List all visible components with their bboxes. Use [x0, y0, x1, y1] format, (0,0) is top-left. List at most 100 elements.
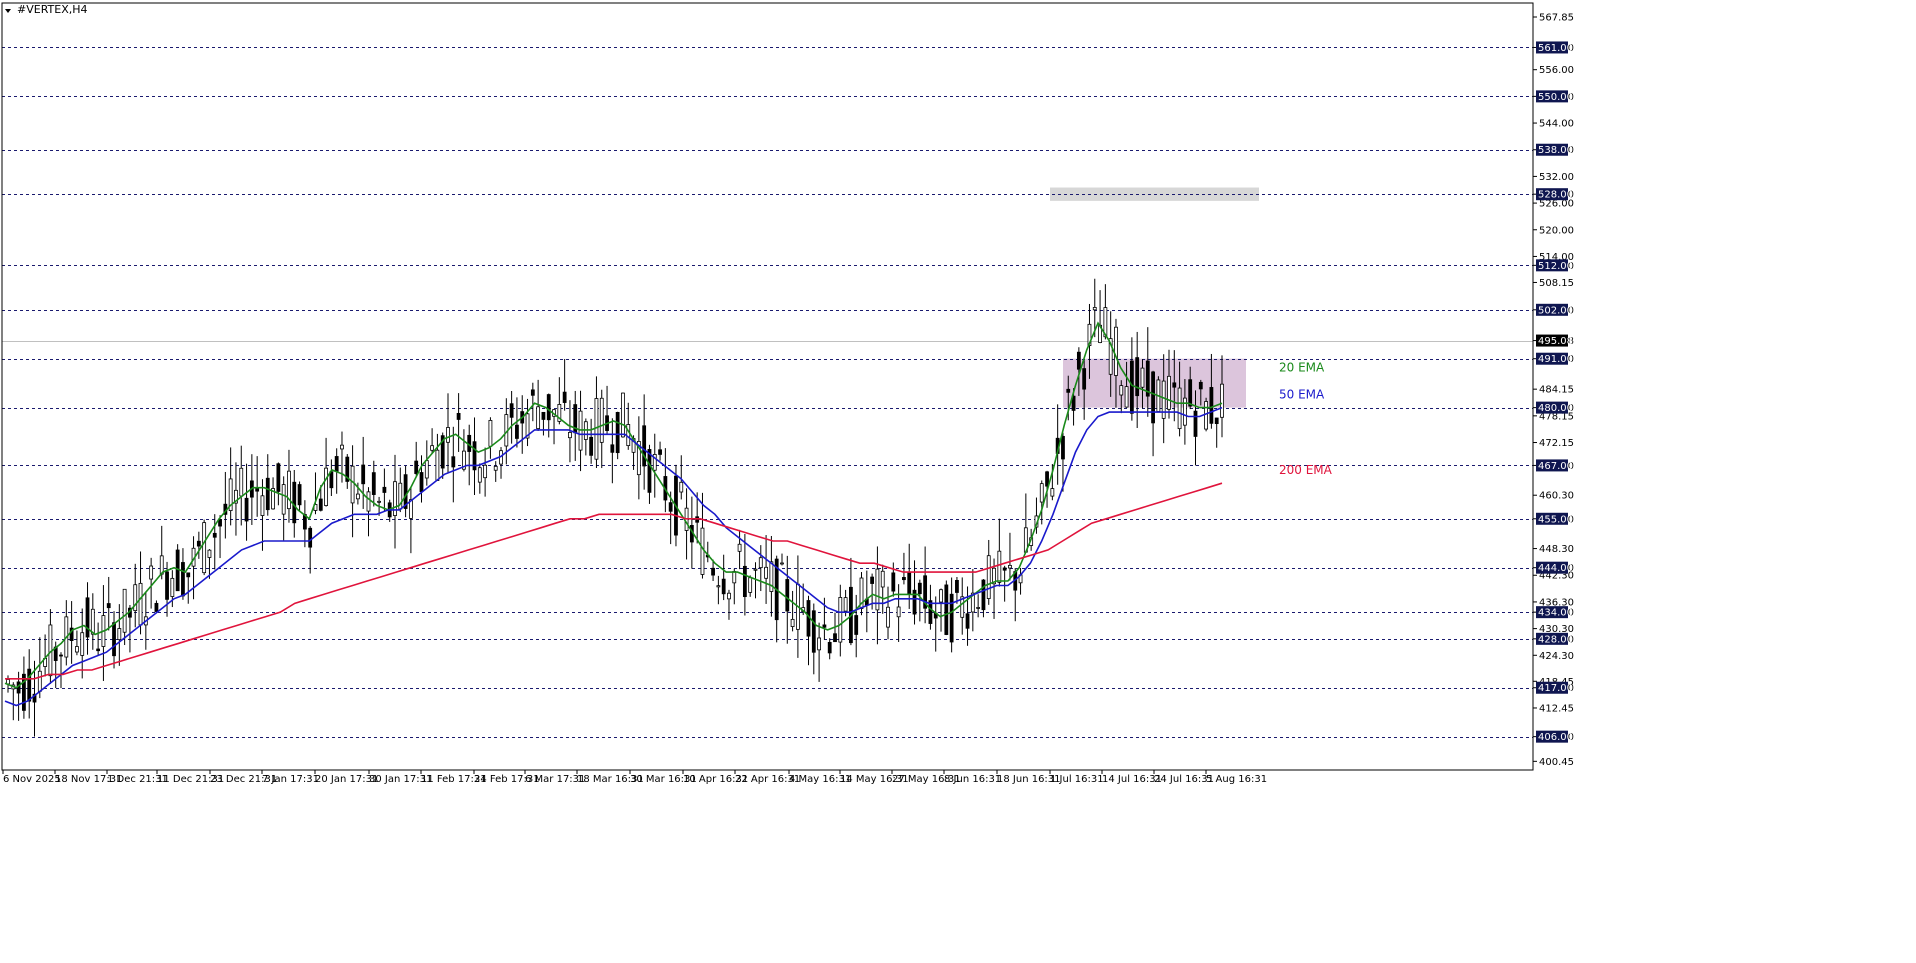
candle-body [329, 471, 334, 489]
candle [626, 402, 631, 450]
candle-body [181, 562, 185, 597]
symbol-title-group: #VERTEX,H4 [5, 3, 88, 16]
candle-body [59, 654, 63, 657]
candle [408, 487, 413, 554]
candle-body [27, 668, 32, 702]
candle [1018, 567, 1023, 595]
y-tick-label: 448.30 [1539, 544, 1574, 555]
candle [769, 535, 774, 617]
candle-body [350, 465, 355, 504]
candle-body [621, 392, 625, 438]
candle-body [165, 571, 169, 600]
candle-body [1177, 387, 1182, 430]
candle [589, 418, 594, 464]
candle-body [1124, 386, 1129, 408]
candle [827, 638, 832, 660]
candle-body [117, 628, 122, 641]
candle [610, 418, 615, 484]
candle-body [981, 579, 986, 611]
candle [854, 594, 859, 658]
candle-body [589, 436, 594, 456]
candle [811, 603, 816, 675]
candle-body [737, 543, 742, 552]
candle [562, 359, 567, 411]
y-tick-label: 472.15 [1539, 438, 1574, 449]
candle [960, 577, 965, 635]
x-tick-label: 7 Jan 17:31 [262, 774, 319, 785]
candle-body [700, 527, 705, 575]
candle [403, 465, 408, 518]
ema-line [4, 321, 1223, 689]
candle [202, 519, 207, 576]
candle-body [716, 585, 721, 588]
candle [467, 424, 472, 486]
y-tick-label: 424.30 [1539, 651, 1574, 662]
candle [705, 541, 710, 563]
candle [271, 477, 275, 510]
candle [276, 462, 281, 506]
candle-body [1167, 375, 1171, 410]
candle-body [817, 637, 822, 651]
symbol-title: #VERTEX,H4 [17, 3, 88, 16]
y-tick-label: 567.85 [1539, 13, 1574, 24]
candle [239, 445, 244, 526]
candle [11, 682, 16, 721]
candle [955, 576, 959, 604]
candle [1008, 532, 1012, 581]
candle-body [896, 606, 901, 618]
candle-body [1140, 367, 1145, 388]
candle [48, 609, 53, 684]
candle [477, 463, 482, 494]
candle [493, 461, 498, 482]
candle [265, 454, 270, 516]
candle-body [207, 549, 212, 558]
candle [997, 518, 1002, 587]
candle-body [90, 608, 95, 635]
candle-body [1193, 410, 1198, 437]
candle [652, 433, 657, 498]
candle-body [419, 472, 424, 492]
x-tick-label: 5 Aug 16:31 [1206, 774, 1267, 785]
candle-body [1172, 382, 1177, 388]
candle-body [154, 602, 159, 612]
price-chart[interactable]: 567.85 561.00 556.00 550.00 544.00 538.00 532.… [0, 0, 1916, 963]
candle [1156, 376, 1161, 413]
candle [287, 449, 291, 523]
candle [228, 447, 233, 526]
candle-body [949, 593, 954, 643]
chart-window[interactable]: 567.85 561.00 556.00 550.00 544.00 538.00 532.… [0, 0, 1916, 963]
candle-body [965, 613, 970, 629]
candle-body [668, 502, 673, 512]
candle-body [599, 397, 604, 443]
candle [149, 557, 154, 609]
candle-body [106, 603, 111, 609]
legend-label: 20 EMA [1279, 361, 1325, 375]
chevron-down-icon[interactable] [5, 9, 11, 13]
candle-body [1002, 567, 1007, 571]
candle-body [414, 460, 419, 474]
candle [435, 433, 440, 481]
candle-body [1092, 307, 1097, 311]
candle-body [366, 491, 371, 512]
candle-body [1114, 326, 1118, 376]
candle-body [112, 622, 116, 657]
candle [716, 575, 721, 605]
candle-body [340, 444, 344, 450]
candle-body [85, 597, 90, 638]
candle [1214, 417, 1219, 448]
candle [520, 395, 525, 454]
candle [578, 390, 583, 472]
x-tick-label: 24 Jul 16:31 [1154, 774, 1214, 785]
candle [880, 564, 885, 614]
candle [806, 595, 811, 666]
candle [727, 589, 731, 620]
candle-body [758, 557, 763, 569]
candle [780, 553, 784, 566]
candles-layer [6, 278, 1224, 737]
candle-body [955, 580, 959, 593]
candle-body [244, 497, 249, 522]
candle [345, 454, 350, 489]
candle-body [196, 540, 201, 547]
candle [886, 586, 890, 640]
candle-body [1045, 471, 1049, 487]
